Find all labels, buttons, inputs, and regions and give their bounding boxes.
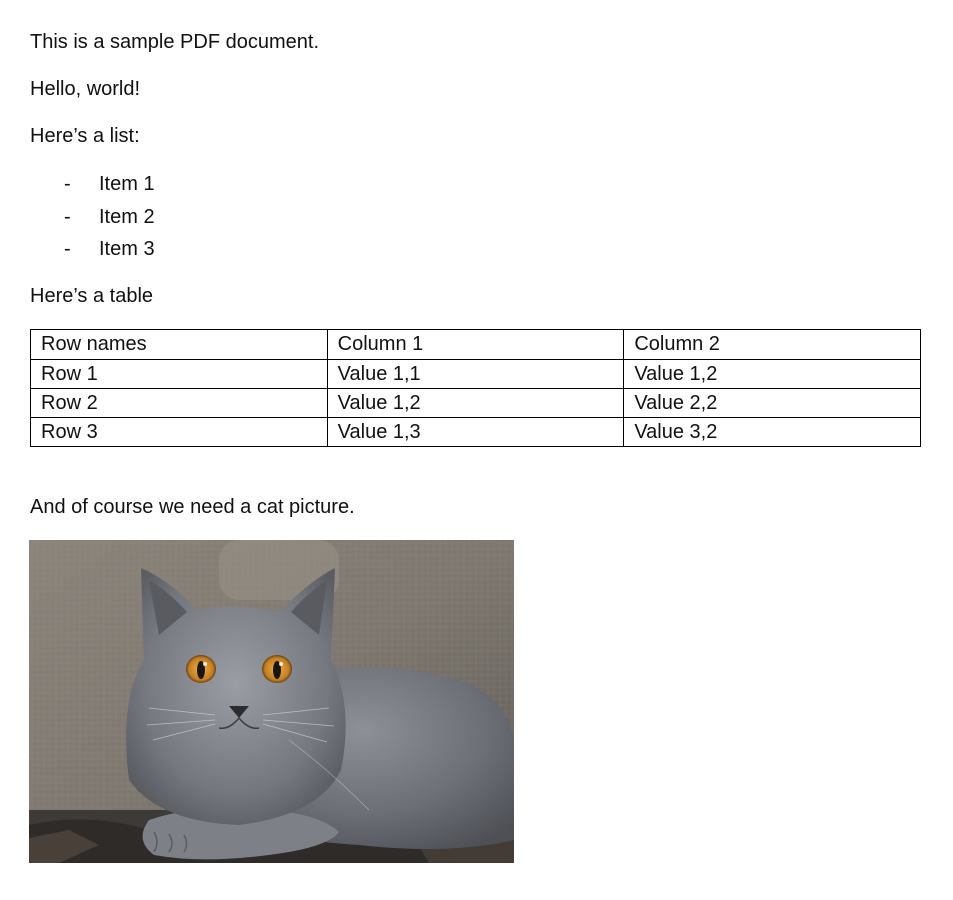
table-header-cell: Column 2 xyxy=(623,329,921,360)
cat-photo xyxy=(29,540,514,863)
list-bullet: - xyxy=(64,173,71,195)
list-item-text: Item 2 xyxy=(99,205,155,228)
list-bullet: - xyxy=(64,238,71,260)
list-item-text: Item 3 xyxy=(99,238,155,260)
intro-paragraph: This is a sample PDF document. xyxy=(30,31,319,53)
table-header-cell: Row names xyxy=(30,329,328,360)
table-header-cell: Column 1 xyxy=(326,329,625,360)
table-row: Row 1 Value 1,1 Value 1,2 xyxy=(30,359,921,389)
table-row: Row 2 Value 1,2 Value 2,2 xyxy=(30,388,921,418)
list-heading: Here’s a list: xyxy=(30,125,140,147)
table-cell: Value 1,2 xyxy=(623,359,921,389)
list-bullet: - xyxy=(64,205,71,228)
table-cell: Row 2 xyxy=(30,388,328,418)
table-cell: Value 3,2 xyxy=(623,417,921,447)
table-cell: Row 3 xyxy=(30,417,328,447)
table-cell: Value 1,1 xyxy=(326,359,625,389)
table-cell: Row 1 xyxy=(30,359,328,389)
table-cell: Value 1,3 xyxy=(326,417,625,447)
list-item-text: Item 1 xyxy=(99,173,155,195)
table-row: Row 3 Value 1,3 Value 3,2 xyxy=(30,417,921,447)
document-page: This is a sample PDF document. Hello, wo… xyxy=(0,0,953,900)
table-header-row: Row names Column 1 Column 2 xyxy=(30,329,921,360)
table-heading: Here’s a table xyxy=(30,285,154,307)
data-table: Row names Column 1 Column 2 Row 1 Value … xyxy=(30,329,921,447)
picture-caption: And of course we need a cat picture. xyxy=(30,496,355,518)
table-cell: Value 1,2 xyxy=(326,388,625,418)
greeting-paragraph: Hello, world! xyxy=(30,78,141,100)
table-cell: Value 2,2 xyxy=(623,388,921,418)
